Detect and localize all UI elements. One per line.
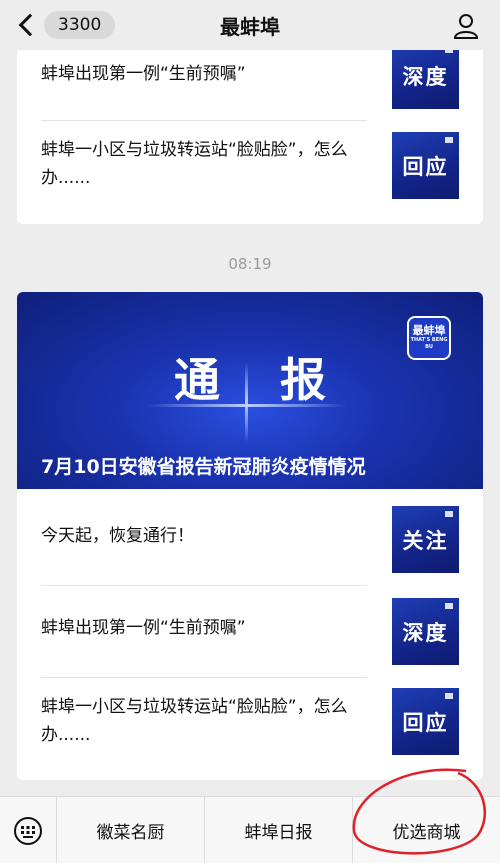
article-card-previous: 蚌埠出现第一例“生前预嘱” 深度 蚌埠一小区与垃圾转运站“脸贴脸”，怎么办...… <box>17 50 483 224</box>
article-title: 蚌埠一小区与垃圾转运站“脸贴脸”，怎么办...... <box>41 140 348 188</box>
logo-icon <box>445 693 453 699</box>
article-card: 通报 最蚌埠 THAT'S BENG BU 7月10日安徽省报告新冠肺炎疫情情况… <box>17 292 483 780</box>
menu-tab-bengbu-daily[interactable]: 蚌埠日报 <box>205 797 353 863</box>
article-item[interactable]: 蚌埠出现第一例“生前预嘱” 深度 <box>17 586 483 676</box>
message-timestamp: 08:19 <box>228 255 272 273</box>
bottom-menu: 徽菜名厨 蚌埠日报 优选商城 <box>0 796 500 863</box>
keyboard-icon <box>14 816 42 845</box>
logo-icon <box>445 50 453 53</box>
keyboard-toggle-button[interactable] <box>0 797 57 863</box>
article-title: 蚌埠出现第一例“生前预嘱” <box>41 618 246 638</box>
article-thumbnail: 深度 <box>392 598 459 665</box>
logo-icon <box>445 511 453 517</box>
article-thumbnail: 回应 <box>392 688 459 755</box>
logo-icon <box>445 137 453 143</box>
article-item[interactable]: 蚌埠出现第一例“生前预嘱” 深度 <box>17 50 483 120</box>
menu-tab-mall[interactable]: 优选商城 <box>353 797 500 863</box>
logo-icon <box>445 603 453 609</box>
back-button[interactable]: 3300 <box>14 8 116 42</box>
article-item[interactable]: 今天起，恢复通行！ 关注 <box>17 489 483 582</box>
article-title: 蚌埠出现第一例“生前预嘱” <box>41 64 246 84</box>
profile-icon[interactable] <box>452 12 480 40</box>
brand-logo: 最蚌埠 THAT'S BENG BU <box>407 316 451 360</box>
article-title: 蚌埠一小区与垃圾转运站“脸贴脸”，怎么办...... <box>41 697 348 745</box>
banner-image[interactable]: 通报 最蚌埠 THAT'S BENG BU 7月10日安徽省报告新冠肺炎疫情情况 <box>17 292 483 489</box>
article-item[interactable]: 蚌埠一小区与垃圾转运站“脸贴脸”，怎么办...... 回应 <box>17 121 483 221</box>
article-thumbnail: 回应 <box>392 132 459 199</box>
menu-tab-huicai[interactable]: 徽菜名厨 <box>57 797 205 863</box>
chevron-left-icon <box>18 13 42 37</box>
banner-caption: 7月10日安徽省报告新冠肺炎疫情情况 <box>41 456 366 478</box>
article-title: 今天起，恢复通行！ <box>41 526 194 546</box>
article-thumbnail: 关注 <box>392 506 459 573</box>
page-title: 最蚌埠 <box>220 14 280 39</box>
article-thumbnail: 深度 <box>392 50 459 109</box>
unread-count-badge: 3300 <box>44 11 116 39</box>
article-item[interactable]: 蚌埠一小区与垃圾转运站“脸贴脸”，怎么办...... 回应 <box>17 678 483 778</box>
nav-bar: 3300 最蚌埠 <box>0 0 500 50</box>
